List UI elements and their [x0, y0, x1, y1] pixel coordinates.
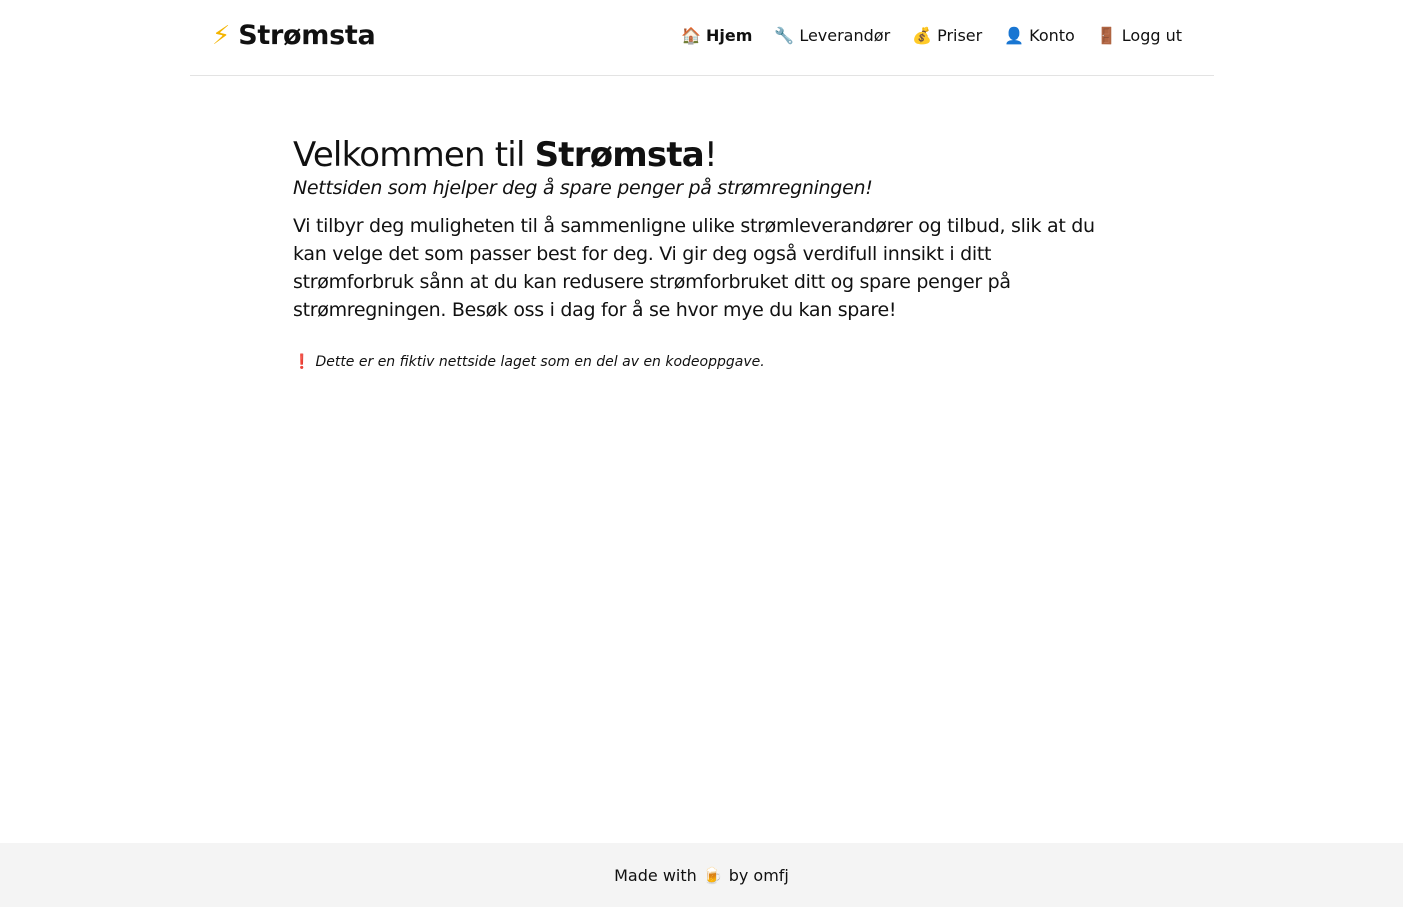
nav-menu: 🏠 Hjem 🔧 Leverandør 💰 Priser 👤 Konto 🚪 L… — [681, 26, 1182, 45]
footer-prefix: Made with — [614, 865, 697, 885]
tagline: Nettsiden som hjelper deg å spare penger… — [293, 177, 873, 199]
nav-item-logg-ut[interactable]: 🚪 Logg ut — [1097, 26, 1182, 45]
exclamation-icon: ❗ — [293, 354, 311, 370]
door-icon: 🚪 — [1096, 26, 1117, 45]
page-title: Velkommen til Strømsta! — [293, 134, 1103, 176]
disclaimer: ❗ Dette er en fiktiv nettside laget som … — [293, 354, 1103, 370]
main-content: Velkommen til Strømsta! Nettsiden som hj… — [293, 134, 1103, 370]
intro-paragraph: Vi tilbyr deg muligheten til å sammenlig… — [293, 215, 1095, 321]
money-bag-icon: 💰 — [912, 26, 933, 45]
nav-item-label: Logg ut — [1121, 26, 1182, 45]
page: ⚡ Strømsta 🏠 Hjem 🔧 Leverandør 💰 Priser … — [0, 0, 1403, 907]
house-icon: 🏠 — [681, 26, 701, 45]
disclaimer-text: Dette er en fiktiv nettside laget som en… — [315, 354, 765, 370]
nav-item-priser[interactable]: 💰 Priser — [912, 26, 982, 45]
headline-brand: Strømsta — [534, 135, 705, 175]
wrench-icon: 🔧 — [774, 26, 795, 45]
brand-link[interactable]: ⚡ Strømsta — [212, 20, 376, 51]
footer-suffix: by omfj — [728, 865, 789, 885]
nav-item-label: Leverandør — [799, 26, 891, 45]
nav-item-label: Konto — [1029, 26, 1075, 45]
lightning-icon: ⚡ — [212, 20, 231, 51]
nav-item-konto[interactable]: 👤 Konto — [1004, 26, 1075, 45]
navbar: ⚡ Strømsta 🏠 Hjem 🔧 Leverandør 💰 Priser … — [190, 0, 1214, 76]
user-icon: 👤 — [1004, 26, 1025, 45]
nav-item-label: Hjem — [705, 26, 753, 45]
headline-suffix: ! — [703, 135, 718, 175]
footer: Made with 🍺 by omfj — [0, 843, 1403, 907]
nav-item-label: Priser — [937, 26, 983, 45]
headline-prefix: Velkommen til — [293, 135, 535, 175]
nav-item-hjem[interactable]: 🏠 Hjem — [681, 26, 752, 45]
beer-icon: 🍺 — [702, 865, 723, 885]
brand-name: Strømsta — [238, 20, 376, 51]
nav-item-leverandor[interactable]: 🔧 Leverandør — [774, 26, 890, 45]
